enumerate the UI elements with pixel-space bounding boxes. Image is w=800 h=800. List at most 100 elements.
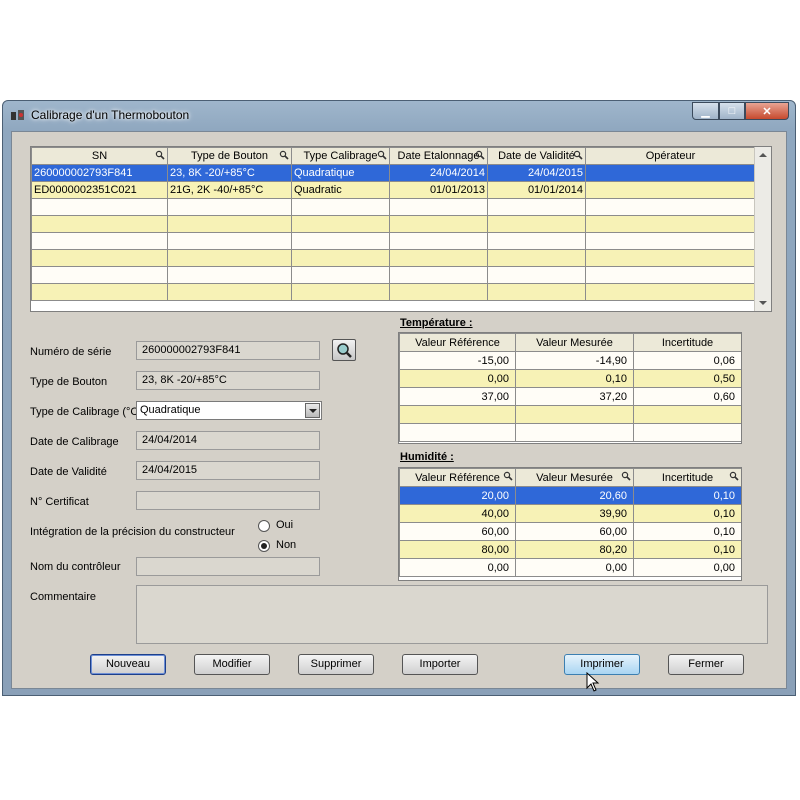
validity-date-field[interactable]: 24/04/2015 xyxy=(136,461,320,480)
table-cell[interactable] xyxy=(389,232,488,250)
title-bar[interactable]: Calibrage d'un Thermobouton ▁ □ ✕ xyxy=(3,101,795,129)
table-cell[interactable] xyxy=(291,266,390,284)
column-header[interactable]: Type Calibrage xyxy=(291,147,390,165)
table-cell[interactable]: 0,00 xyxy=(399,558,516,577)
table-cell[interactable]: 0,10 xyxy=(633,540,741,559)
table-cell[interactable] xyxy=(167,266,292,284)
table-cell[interactable] xyxy=(31,198,168,216)
table-cell[interactable] xyxy=(167,249,292,267)
table-row[interactable]: 20,00 20,60 0,10 xyxy=(399,486,741,505)
table-cell[interactable] xyxy=(389,283,488,301)
table-cell[interactable] xyxy=(585,181,756,199)
column-header[interactable]: Valeur Mesurée xyxy=(515,468,634,487)
table-row[interactable]: ED0000002351C021 21G, 2K -40/+85°C Quadrat… xyxy=(31,181,756,199)
minimize-button[interactable]: ▁ xyxy=(692,102,719,120)
table-cell[interactable] xyxy=(291,283,390,301)
comment-field[interactable] xyxy=(136,585,768,644)
new-button[interactable]: Nouveau xyxy=(90,654,166,675)
column-header[interactable]: Date Etalonnage xyxy=(389,147,488,165)
table-cell[interactable]: 0,00 xyxy=(633,558,741,577)
table-cell[interactable] xyxy=(487,232,586,250)
scroll-up-icon[interactable] xyxy=(759,153,767,157)
button-type-field[interactable]: 23, 8K -20/+85°C xyxy=(136,371,320,390)
table-cell[interactable] xyxy=(487,198,586,216)
column-header[interactable]: Valeur Référence xyxy=(399,468,516,487)
table-cell[interactable]: 0,10 xyxy=(633,504,741,523)
table-cell[interactable]: -14,90 xyxy=(515,351,634,370)
calibration-list-grid[interactable]: SN Type de Bouton Type Calibrage Date Etalo… xyxy=(30,146,772,312)
column-filter-icon[interactable] xyxy=(377,150,387,160)
print-button[interactable]: Imprimer xyxy=(564,654,640,675)
table-row[interactable] xyxy=(31,198,756,216)
controller-field[interactable] xyxy=(136,557,320,576)
calibration-date-field[interactable]: 24/04/2014 xyxy=(136,431,320,450)
table-cell[interactable]: 37,20 xyxy=(515,387,634,406)
radio-oui[interactable] xyxy=(258,520,270,532)
search-serial-button[interactable] xyxy=(332,339,356,361)
table-row[interactable] xyxy=(31,215,756,233)
import-button[interactable]: Importer xyxy=(402,654,478,675)
table-row[interactable]: -15,00 -14,90 0,06 xyxy=(399,351,741,370)
table-cell[interactable]: 0,06 xyxy=(633,351,741,370)
table-cell[interactable]: 260000002793F841 xyxy=(31,164,168,182)
column-header[interactable]: SN xyxy=(31,147,168,165)
column-header[interactable]: Opérateur xyxy=(585,147,756,165)
radio-non[interactable] xyxy=(258,540,270,552)
table-cell[interactable]: 20,00 xyxy=(399,486,516,505)
table-row[interactable] xyxy=(31,283,756,301)
table-cell[interactable] xyxy=(585,198,756,216)
column-filter-icon[interactable] xyxy=(621,471,631,481)
table-cell[interactable] xyxy=(585,232,756,250)
column-header[interactable]: Date de Validité xyxy=(487,147,586,165)
column-header[interactable]: Valeur Référence xyxy=(399,333,516,352)
column-filter-icon[interactable] xyxy=(729,471,739,481)
modify-button[interactable]: Modifier xyxy=(194,654,270,675)
table-cell[interactable] xyxy=(487,266,586,284)
column-filter-icon[interactable] xyxy=(475,150,485,160)
table-cell[interactable] xyxy=(167,283,292,301)
table-cell[interactable]: 24/04/2014 xyxy=(389,164,488,182)
scroll-down-icon[interactable] xyxy=(759,301,767,305)
table-cell[interactable] xyxy=(291,215,390,233)
table-cell[interactable]: 37,00 xyxy=(399,387,516,406)
table-cell[interactable]: 60,00 xyxy=(399,522,516,541)
table-cell[interactable] xyxy=(31,232,168,250)
close-button[interactable]: Fermer xyxy=(668,654,744,675)
table-cell[interactable] xyxy=(291,198,390,216)
table-cell[interactable]: 40,00 xyxy=(399,504,516,523)
table-cell[interactable]: 0,60 xyxy=(633,387,741,406)
table-cell[interactable] xyxy=(487,249,586,267)
column-header[interactable]: Incertitude xyxy=(633,468,741,487)
table-cell[interactable] xyxy=(585,249,756,267)
column-filter-icon[interactable] xyxy=(503,471,513,481)
humidity-grid[interactable]: Valeur Référence Valeur Mesurée Incertitud… xyxy=(398,467,742,581)
table-cell[interactable] xyxy=(291,232,390,250)
table-cell[interactable] xyxy=(633,423,741,442)
table-row[interactable] xyxy=(31,232,756,250)
table-cell[interactable] xyxy=(31,283,168,301)
table-cell[interactable] xyxy=(389,215,488,233)
column-filter-icon[interactable] xyxy=(279,150,289,160)
table-cell[interactable]: 0,50 xyxy=(633,369,741,388)
table-cell[interactable]: 0,00 xyxy=(515,558,634,577)
table-cell[interactable]: 01/01/2013 xyxy=(389,181,488,199)
close-window-button[interactable]: ✕ xyxy=(745,102,789,120)
table-row[interactable]: 40,00 39,90 0,10 xyxy=(399,504,741,523)
table-cell[interactable] xyxy=(399,405,516,424)
column-filter-icon[interactable] xyxy=(573,150,583,160)
table-cell[interactable] xyxy=(487,283,586,301)
table-cell[interactable] xyxy=(31,215,168,233)
column-header[interactable]: Type de Bouton xyxy=(167,147,292,165)
table-cell[interactable] xyxy=(515,423,634,442)
table-cell[interactable]: 60,00 xyxy=(515,522,634,541)
table-cell[interactable]: ED0000002351C021 xyxy=(31,181,168,199)
table-row[interactable]: 0,00 0,00 0,00 xyxy=(399,558,741,577)
table-cell[interactable] xyxy=(389,266,488,284)
table-cell[interactable]: 24/04/2015 xyxy=(487,164,586,182)
table-cell[interactable] xyxy=(167,198,292,216)
table-cell[interactable] xyxy=(633,405,741,424)
serial-field[interactable]: 260000002793F841 xyxy=(136,341,320,360)
radio-oui-label[interactable]: Oui xyxy=(276,519,293,531)
table-cell[interactable] xyxy=(585,283,756,301)
table-cell[interactable]: 80,00 xyxy=(399,540,516,559)
